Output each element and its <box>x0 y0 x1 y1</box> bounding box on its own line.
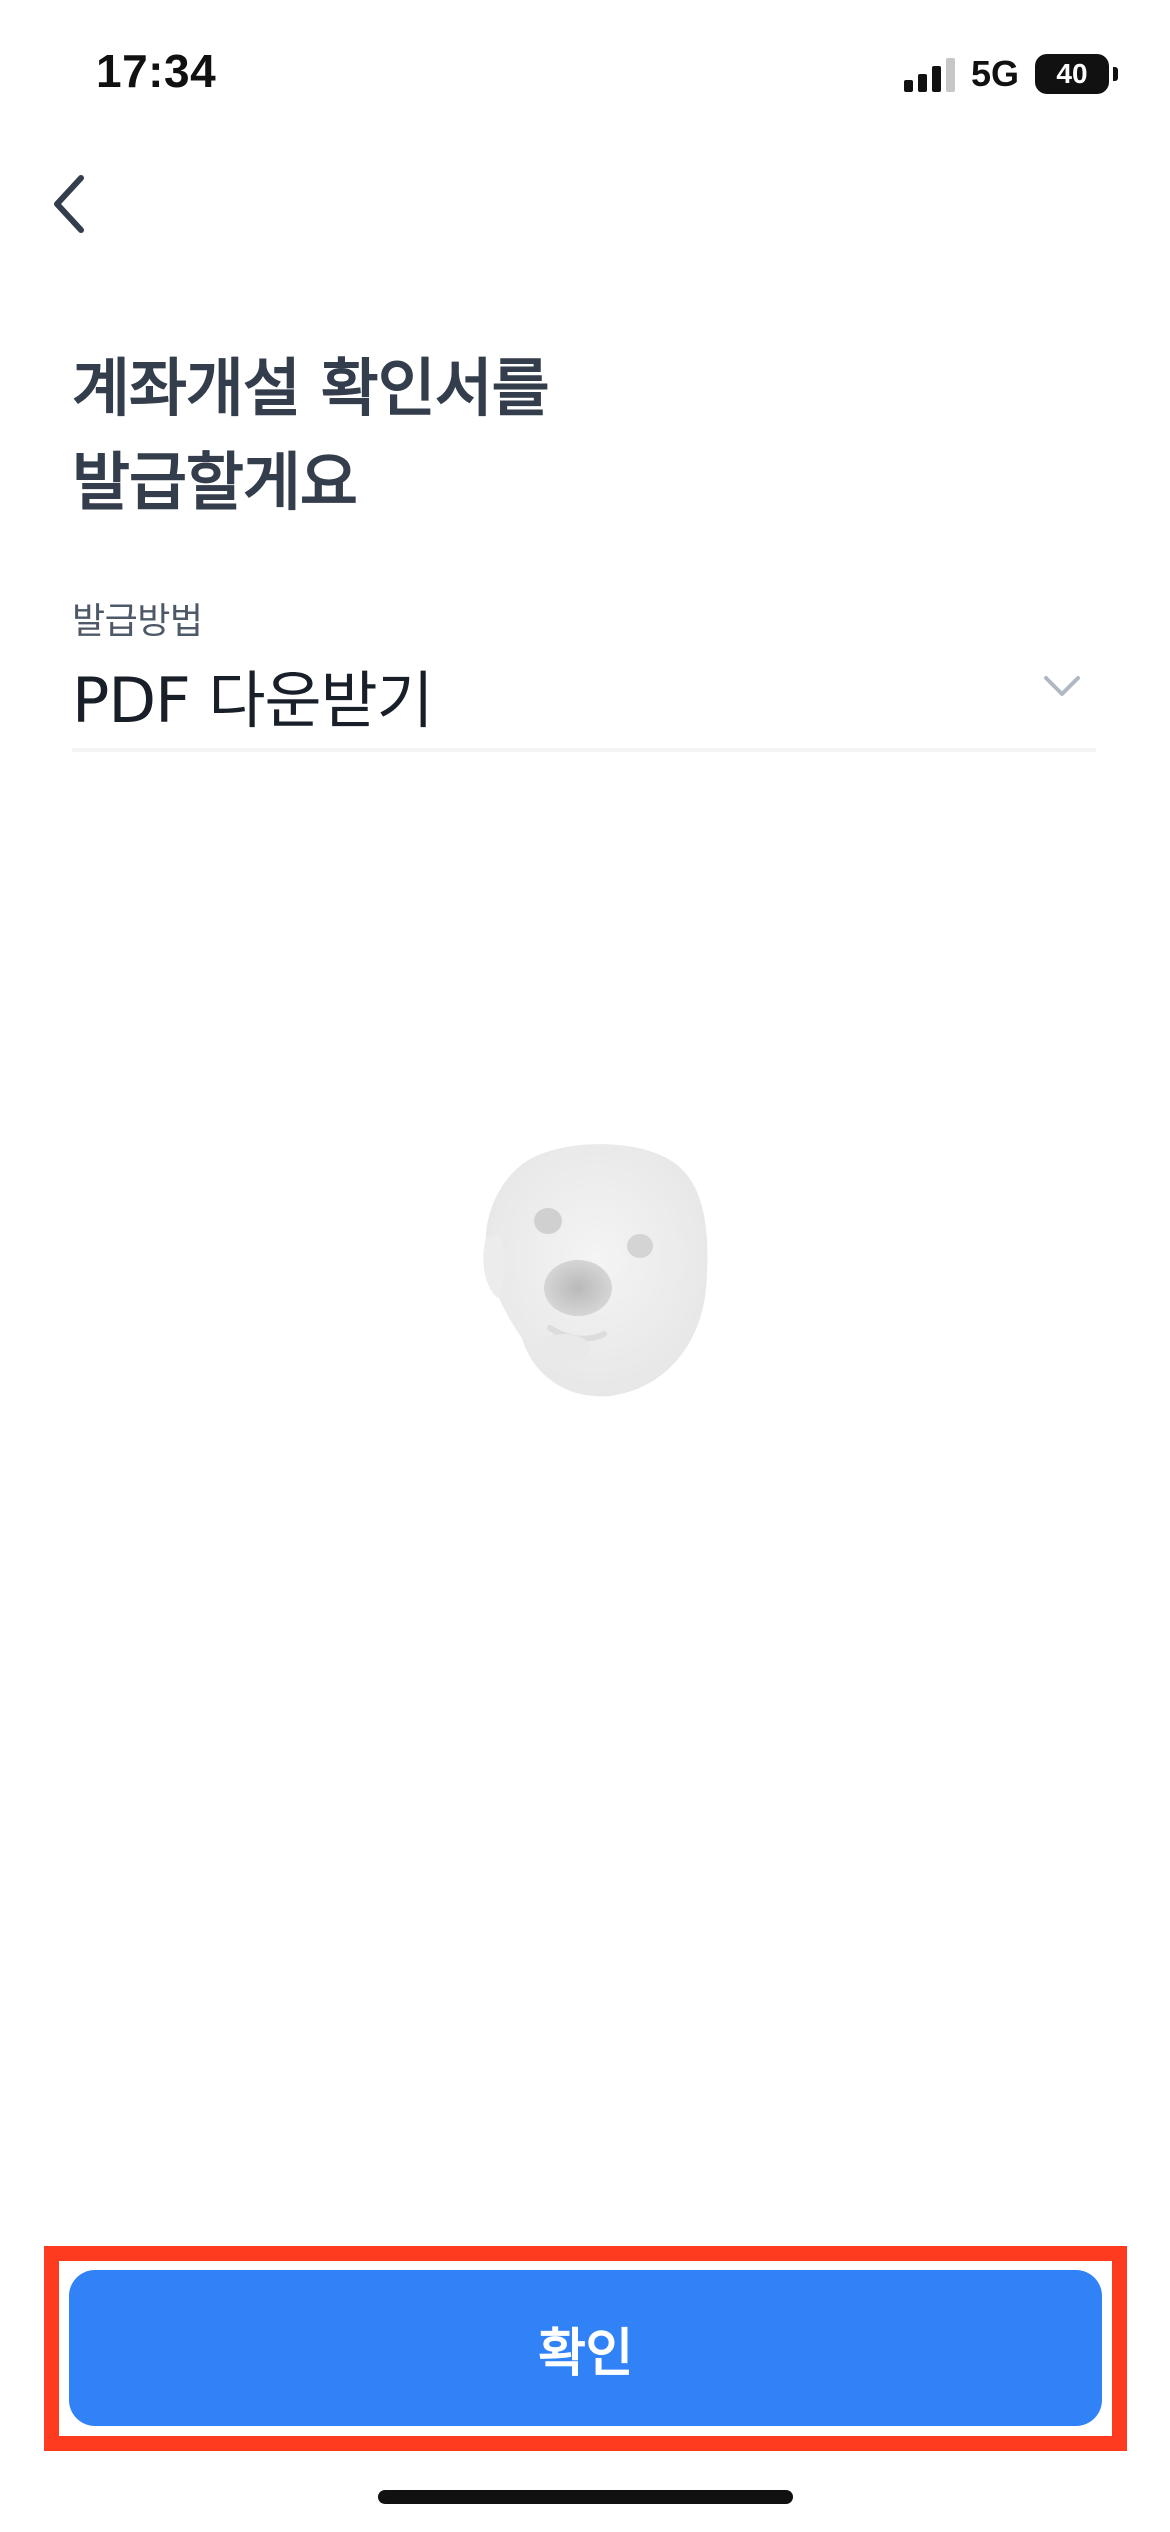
battery-icon: 40 <box>1035 54 1109 94</box>
chevron-left-icon <box>54 175 84 233</box>
page-title: 계좌개설 확인서를 발급할게요 <box>72 342 1072 530</box>
signal-icon <box>903 56 955 92</box>
issue-method-value: PDF 다운받기 <box>72 664 434 737</box>
page-title-line-1: 계좌개설 확인서를 <box>72 352 550 425</box>
issue-method-label: 발급방법 <box>72 601 203 642</box>
issue-method-select[interactable]: 발급방법 PDF 다운받기 <box>72 592 1096 752</box>
status-indicators: 5G 40 <box>903 52 1118 96</box>
battery-cap <box>1113 67 1118 81</box>
confirm-button[interactable]: 확인 <box>69 2270 1102 2426</box>
network-label: 5G <box>970 53 1019 94</box>
issue-method-underline <box>72 748 1096 752</box>
home-indicator <box>378 2490 793 2504</box>
status-bar: 17:34 5G 40 <box>0 0 1170 140</box>
dog-face-icon <box>483 1144 708 1397</box>
status-time: 17:34 <box>96 45 217 97</box>
chevron-down-icon <box>1044 676 1080 696</box>
page-title-line-2: 발급할게요 <box>72 446 358 519</box>
back-button[interactable] <box>34 164 104 244</box>
